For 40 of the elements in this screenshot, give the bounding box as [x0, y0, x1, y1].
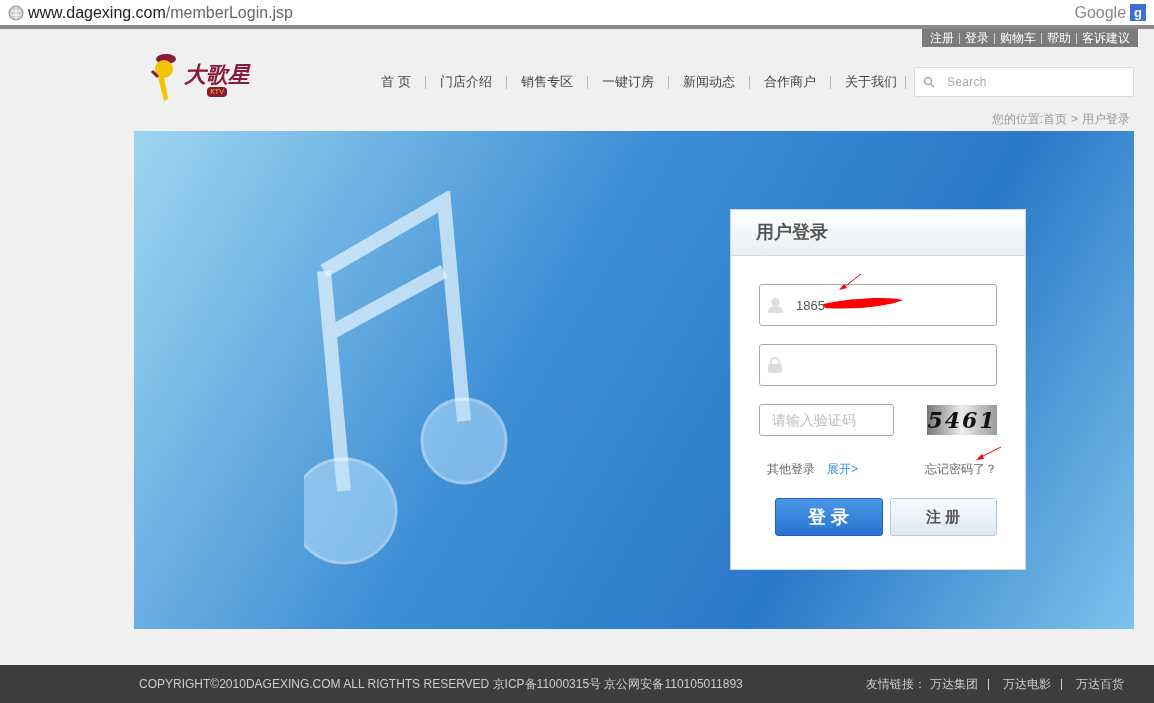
globe-icon	[8, 4, 24, 21]
search-icon	[923, 76, 935, 88]
nav-link[interactable]: 首 页	[381, 72, 411, 92]
user-icon	[768, 297, 783, 313]
address-bar[interactable]: www.dagexing.com/memberLogin.jsp Google g	[0, 0, 1154, 29]
captcha-image[interactable]: 5461	[927, 405, 997, 435]
url-text: www.dagexing.com/memberLogin.jsp	[28, 2, 293, 23]
copyright-text: COPYRIGHT©2010DAGEXING.COM ALL RIGTHTS RESERVED 京ICP备11000315号 京公网安备110105011893	[139, 676, 743, 693]
nav-link[interactable]: 一键订房	[602, 72, 654, 92]
logo-text: 大歌星	[184, 63, 250, 86]
breadcrumb-current: 用户登录	[1082, 111, 1130, 128]
forgot-password-link[interactable]: 忘记密码了？	[925, 462, 997, 476]
breadcrumb-separator: >	[1071, 111, 1078, 128]
search-field[interactable]: Search	[914, 67, 1134, 97]
partner-link[interactable]: 万达电影	[1003, 675, 1051, 693]
top-link[interactable]: 购物车	[1000, 29, 1036, 47]
links-label: 友情链接：	[866, 676, 926, 693]
partner-link[interactable]: 万达集团	[930, 675, 978, 693]
search-engine-label: Google	[1074, 2, 1127, 23]
top-link[interactable]: 注册	[930, 29, 954, 47]
panel-title: 用户登录	[756, 221, 828, 244]
nav-link[interactable]: 关于我们	[845, 72, 897, 92]
expand-link[interactable]: 展开>	[827, 460, 858, 478]
captcha-field[interactable]: 请输入验证码	[759, 404, 894, 436]
lock-icon	[768, 357, 782, 373]
other-login-label: 其他登录	[767, 461, 815, 478]
username-field[interactable]: 1865	[759, 284, 997, 326]
top-link[interactable]: 客诉建议	[1082, 29, 1130, 47]
nav-link[interactable]: 新闻动态	[683, 72, 735, 92]
top-link[interactable]: 帮助	[1047, 29, 1071, 47]
password-field[interactable]	[759, 344, 997, 386]
top-link[interactable]: 登录	[965, 29, 989, 47]
partner-link[interactable]: 万达百货	[1076, 675, 1124, 693]
search-engine-badge[interactable]: g	[1130, 4, 1146, 21]
nav-link[interactable]: 合作商户	[764, 72, 816, 92]
nav-link[interactable]: 门店介绍	[440, 72, 492, 92]
login-button[interactable]: 登 录	[775, 498, 883, 536]
nav-link[interactable]: 销售专区	[521, 72, 573, 92]
breadcrumb-prefix: 您的位置:首页	[991, 111, 1067, 128]
register-button[interactable]: 注 册	[889, 498, 997, 536]
